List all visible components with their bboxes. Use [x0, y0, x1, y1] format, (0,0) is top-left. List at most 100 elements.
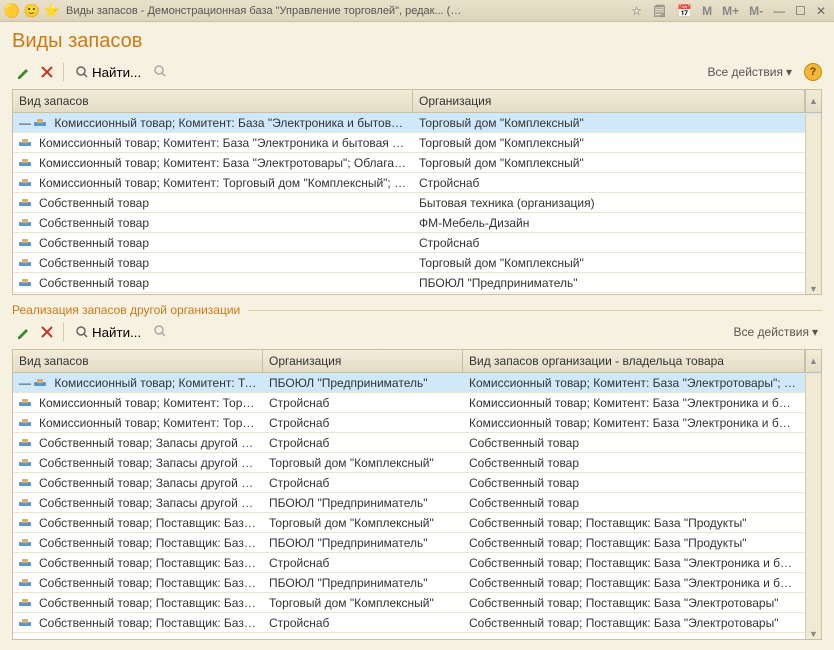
cell: Стройснаб [263, 414, 463, 432]
cell: Стройснаб [263, 554, 463, 572]
close-button[interactable]: ✕ [812, 4, 830, 18]
cell: Стройснаб [263, 614, 463, 632]
delete-button[interactable] [36, 61, 58, 83]
table-row[interactable]: Комиссионный товар; Комитент: База "Элек… [13, 153, 821, 173]
list-item-icon [19, 498, 35, 508]
column-header[interactable]: Вид запасов организации - владельца това… [463, 350, 805, 372]
cell: Собственный товар; Поставщик: База "Элек… [463, 574, 805, 592]
cell: Собственный товар [463, 434, 805, 452]
memory-m-button[interactable]: M [698, 4, 716, 18]
table-row[interactable]: Собственный товарБытовая техника (органи… [13, 193, 821, 213]
table-row[interactable]: Собственный товарПБОЮЛ "Предприниматель" [13, 273, 821, 293]
table-row[interactable]: Собственный товарТорговый дом "Комплексн… [13, 253, 821, 273]
table-row[interactable]: Собственный товар; Запасы другой орг... С… [13, 473, 821, 493]
cell: Собственный товар [13, 274, 413, 292]
list-item-icon [34, 378, 50, 388]
column-header[interactable]: Организация [413, 90, 805, 112]
help-button[interactable]: ? [804, 63, 822, 81]
all-actions-menu[interactable]: Все действия ▾ [704, 63, 797, 81]
list-item-icon [19, 178, 35, 188]
minimize-button[interactable]: — [769, 4, 789, 18]
list-item-icon [19, 538, 35, 548]
table-row[interactable]: Собственный товар; Поставщик: База "Э...… [13, 613, 821, 633]
table-row[interactable]: Комиссионный товар; Комитент: Торгов...С… [13, 413, 821, 433]
edit-button[interactable] [12, 321, 34, 343]
cell: Комиссионный товар; Комитент: База "Элек… [463, 394, 805, 412]
list-item-icon [19, 158, 35, 168]
cell: Комиссионный товар; Комитент: База "Элек… [13, 154, 413, 172]
cell: Стройснаб [413, 234, 805, 252]
scrollbar-vertical[interactable]: ▼ [805, 374, 821, 639]
list-item-icon [19, 238, 35, 248]
table-row[interactable]: Собственный товар; Запасы другой орг...П… [13, 493, 821, 513]
list-item-icon [19, 398, 35, 408]
table-row[interactable]: Собственный товар; Запасы другой орг...С… [13, 433, 821, 453]
find-button[interactable]: Найти... [69, 61, 148, 83]
maximize-button[interactable]: ☐ [791, 4, 810, 18]
clear-filter-button[interactable] [150, 321, 172, 343]
cell: Собственный товар; Поставщик: База "Элек… [463, 614, 805, 632]
cell: Собственный товар; Запасы другой орг... [13, 494, 263, 512]
table-row[interactable]: Комиссионный товар; Комитент: Торгов...С… [13, 393, 821, 413]
grid-other-org[interactable]: Вид запасов Организация Вид запасов орга… [12, 349, 822, 640]
calendar-icon[interactable]: 📅 [673, 4, 696, 18]
cell: Собственный товар; Поставщик: База "Прод… [463, 514, 805, 532]
find-button[interactable]: Найти... [69, 321, 148, 343]
memory-mplus-button[interactable]: M+ [718, 4, 743, 18]
table-row[interactable]: Собственный товарФМ-Мебель-Дизайн [13, 213, 821, 233]
all-actions-menu[interactable]: Все действия ▾ [730, 323, 823, 341]
cell: Бытовая техника (организация) [413, 194, 805, 212]
table-row[interactable]: Собственный товар; Поставщик: База "П...… [13, 533, 821, 553]
cell: Собственный товар; Поставщик: База "Э... [13, 574, 263, 592]
cell: Собственный товар [13, 214, 413, 232]
cell: Собственный товар; Поставщик: База "П... [13, 514, 263, 532]
cell: Собственный товар; Запасы другой орг... [13, 474, 263, 492]
cell: Собственный товар [463, 474, 805, 492]
cell: Собственный товар [463, 454, 805, 472]
table-row[interactable]: Собственный товар; Поставщик: База "Э...… [13, 573, 821, 593]
toolbar-bottom: Найти... Все действия ▾ [12, 319, 822, 349]
column-header[interactable]: Организация [263, 350, 463, 372]
cell: Собственный товар; Поставщик: База "Элек… [463, 594, 805, 612]
list-item-icon [19, 438, 35, 448]
table-row[interactable]: — Комиссионный товар; Комитент: База "Эл… [13, 113, 821, 133]
column-header[interactable]: Вид запасов [13, 90, 413, 112]
table-row[interactable]: Собственный товарСтройснаб [13, 233, 821, 253]
cell: Собственный товар; Поставщик: База "Э... [13, 554, 263, 572]
cell: Торговый дом "Комплексный" [413, 114, 805, 132]
scrollbar-vertical[interactable]: ▼ [805, 114, 821, 294]
grid-inventory-types[interactable]: Вид запасов Организация ▲ — Комиссионный… [12, 89, 822, 295]
cell: ФМ-Мебель-Дизайн [413, 214, 805, 232]
list-item-icon [19, 198, 35, 208]
list-item-icon [19, 598, 35, 608]
cell: Стройснаб [263, 394, 463, 412]
table-row[interactable]: Собственный товар; Запасы другой орг...Т… [13, 453, 821, 473]
cell: Стройснаб [413, 174, 805, 192]
scroll-up-icon[interactable]: ▲ [805, 90, 821, 112]
table-row[interactable]: Комиссионный товар; Комитент: База "Элек… [13, 133, 821, 153]
list-item-icon [19, 518, 35, 528]
scroll-up-icon[interactable]: ▲ [805, 350, 821, 372]
cell: Торговый дом "Комплексный" [413, 134, 805, 152]
memory-mminus-button[interactable]: M- [745, 4, 767, 18]
calc-icon[interactable]: 🗒 [648, 4, 671, 18]
edit-button[interactable] [12, 61, 34, 83]
delete-button[interactable] [36, 321, 58, 343]
cell: Стройснаб [263, 434, 463, 452]
table-row[interactable]: Собственный товар; Поставщик: База "Э...… [13, 553, 821, 573]
cell: Собственный товар; Запасы другой орг... [13, 434, 263, 452]
cell: ПБОЮЛ "Предприниматель" [413, 274, 805, 292]
star-icon[interactable]: ⭐ [44, 3, 60, 19]
separator [63, 323, 64, 341]
favorite-add-icon[interactable]: ☆ [627, 4, 646, 18]
titlebar: 🟡 🙂 ⭐ Виды запасов - Демонстрационная ба… [0, 0, 834, 22]
table-row[interactable]: Собственный товар; Поставщик: База "П...… [13, 513, 821, 533]
clear-filter-button[interactable] [150, 61, 172, 83]
table-row[interactable]: Собственный товар; Поставщик: База "Э...… [13, 593, 821, 613]
cell: Комиссионный товар; Комитент: База "Элек… [13, 134, 413, 152]
table-row[interactable]: Комиссионный товар; Комитент: Торговый д… [13, 173, 821, 193]
separator [63, 63, 64, 81]
table-row[interactable]: — Комиссионный товар; Комитент: Торгов..… [13, 373, 821, 393]
cell: ПБОЮЛ "Предприниматель" [263, 374, 463, 392]
column-header[interactable]: Вид запасов [13, 350, 263, 372]
